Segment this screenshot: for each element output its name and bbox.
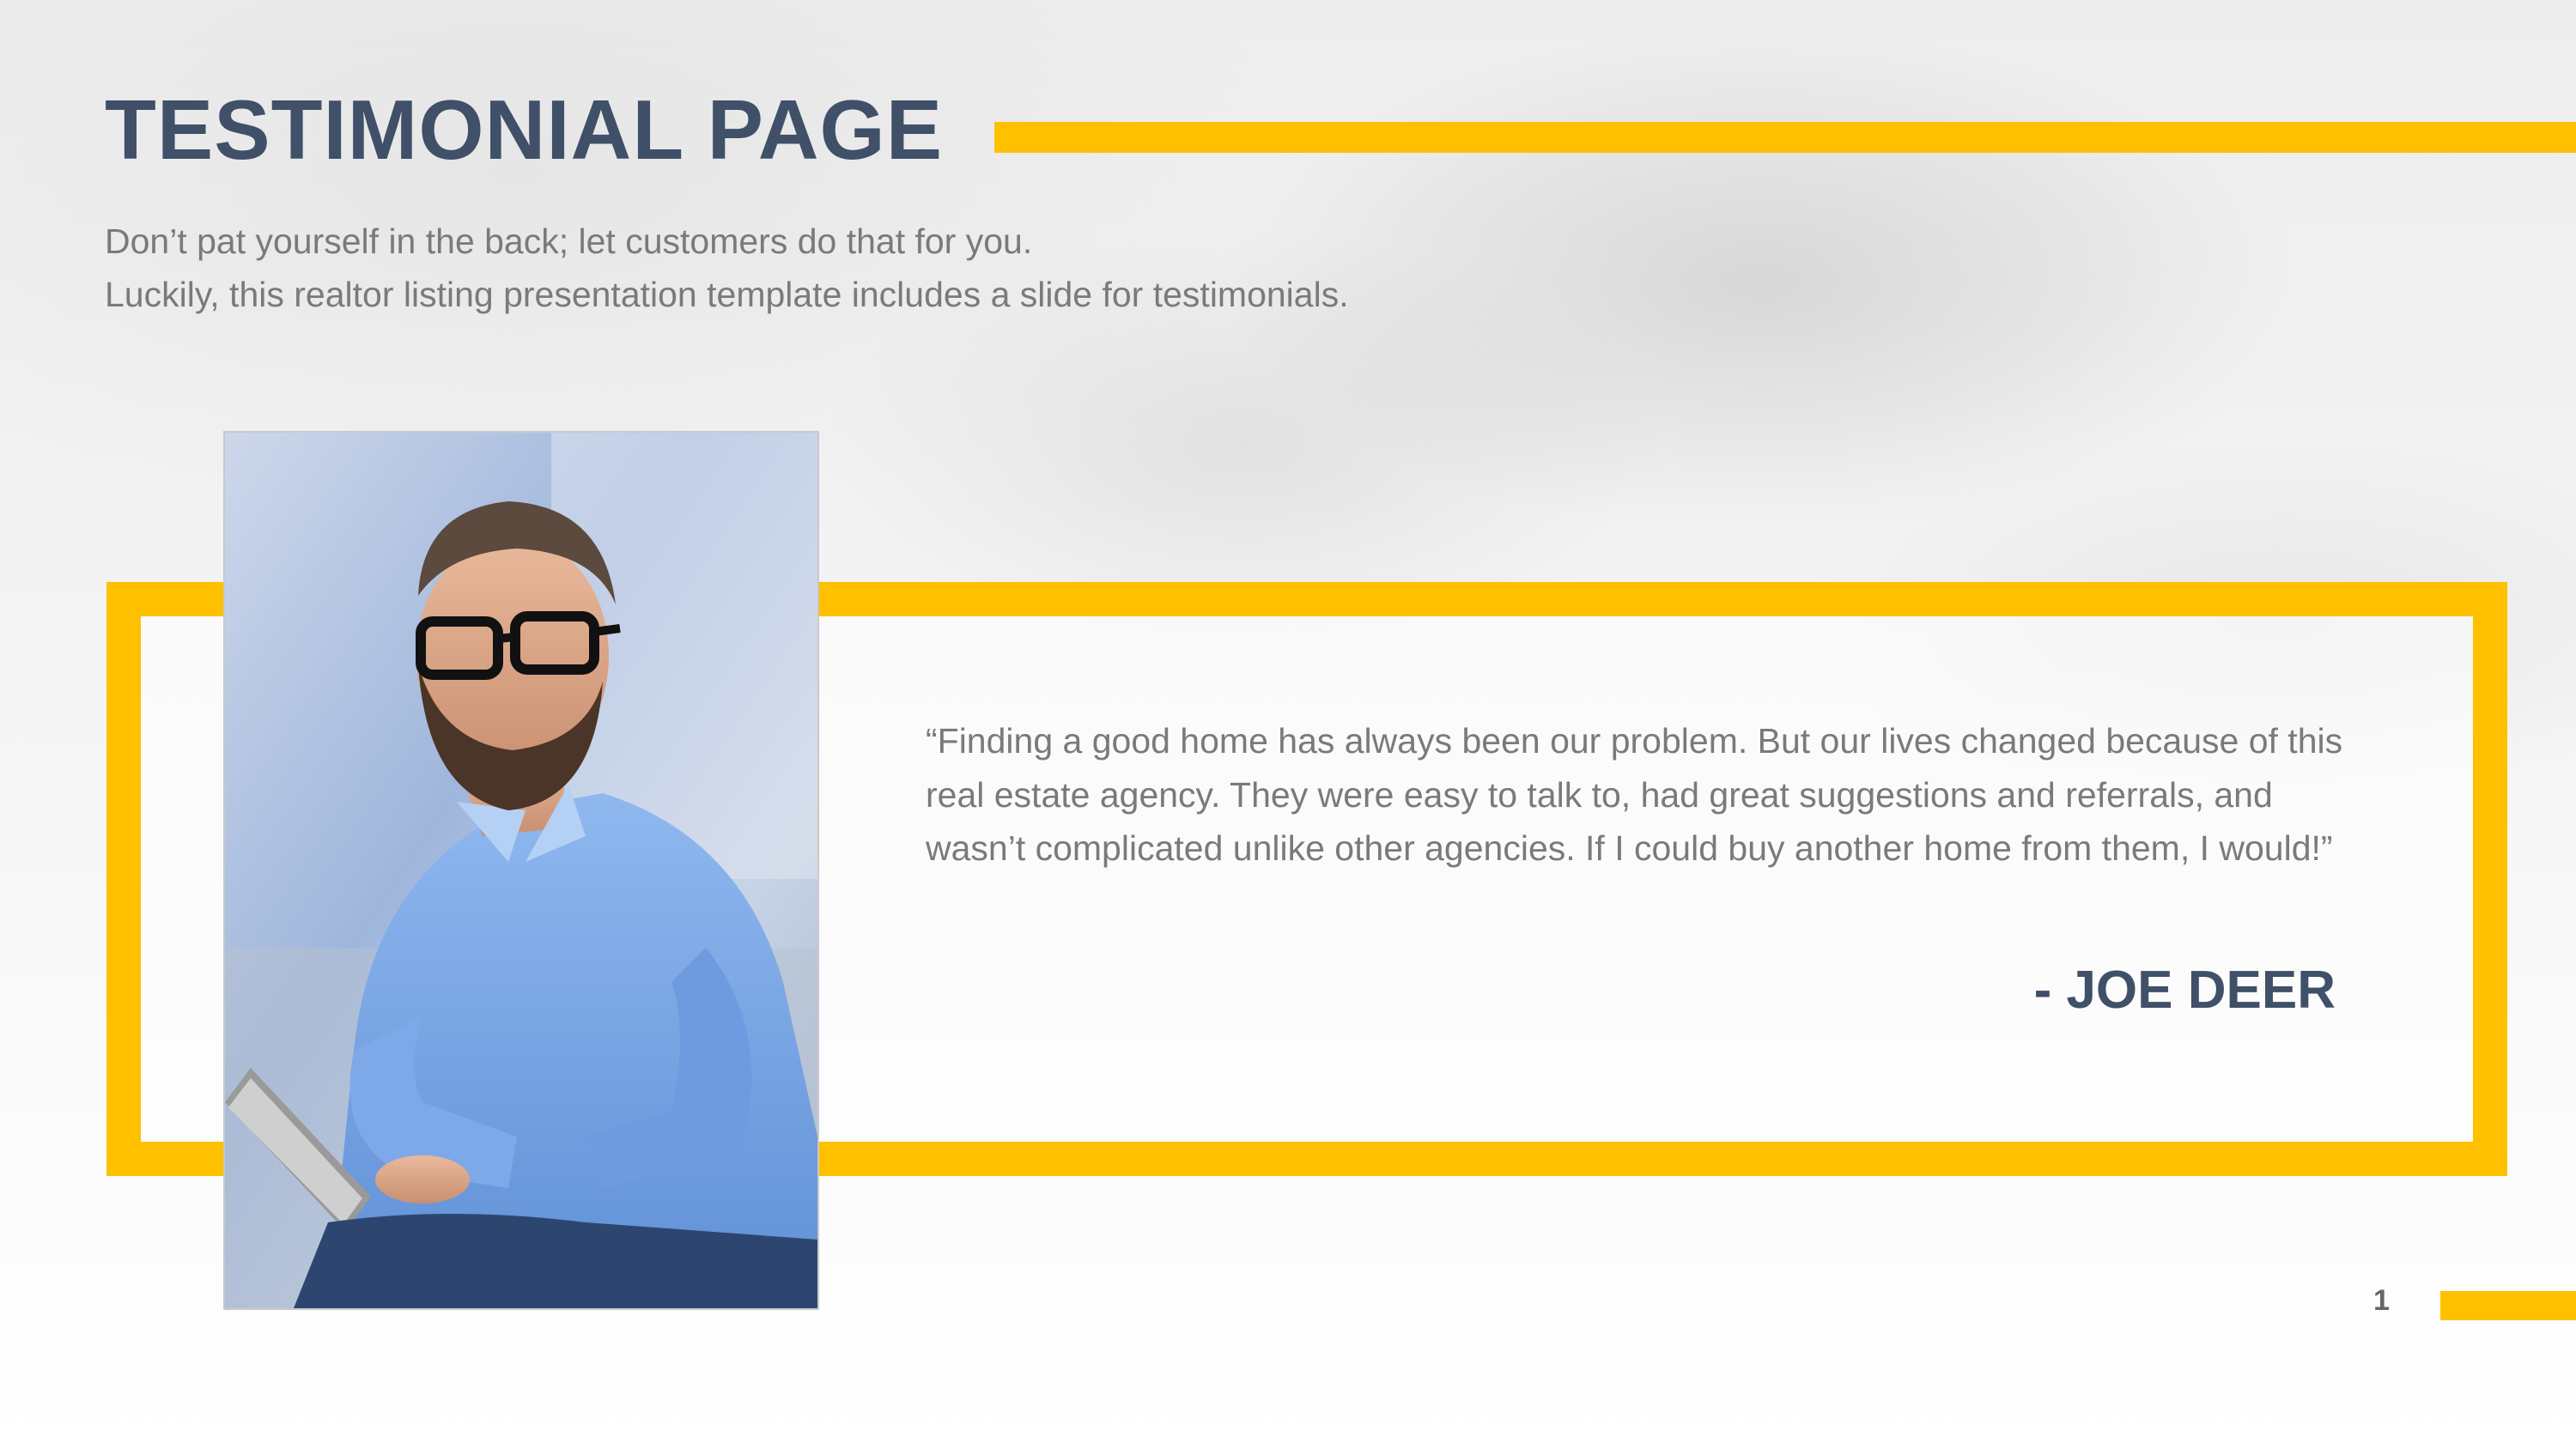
- person-portrait-image: [225, 433, 817, 1308]
- page-title: TESTIMONIAL PAGE: [105, 82, 944, 177]
- testimonial-photo: [223, 431, 819, 1310]
- slide: TESTIMONIAL PAGE Don’t pat yourself in t…: [0, 0, 2576, 1449]
- testimonial-author: - JOE DEER: [2033, 961, 2336, 1020]
- title-accent-bar: [994, 122, 2576, 153]
- subtitle: Don’t pat yourself in the back; let cust…: [105, 215, 1736, 321]
- subtitle-line-1: Don’t pat yourself in the back; let cust…: [105, 221, 1033, 261]
- page-number: 1: [2373, 1284, 2390, 1317]
- subtitle-line-2: Luckily, this realtor listing presentati…: [105, 275, 1349, 314]
- page-number-accent-bar: [2440, 1291, 2576, 1320]
- testimonial-quote: “Finding a good home has always been our…: [926, 721, 2343, 868]
